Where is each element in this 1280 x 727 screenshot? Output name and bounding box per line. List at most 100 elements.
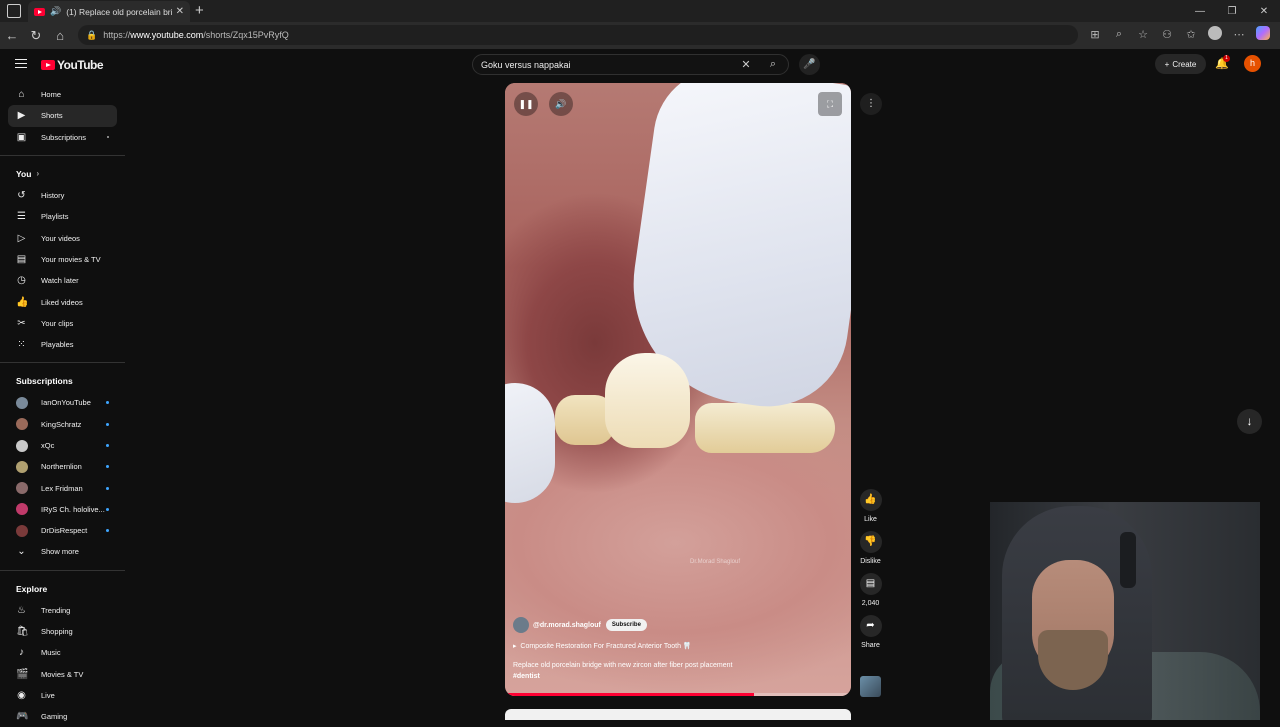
sidebar-divider (0, 154, 125, 156)
sidebar-channel-irys[interactable]: IRyS Ch. hololive... (0, 499, 125, 520)
new-content-dot (106, 422, 109, 426)
profile-icon[interactable] (1206, 26, 1224, 43)
next-short-arrow-icon[interactable]: ↓ (1237, 409, 1262, 434)
new-tab-icon[interactable]: + (195, 2, 204, 19)
clock-icon: ◷ (17, 275, 26, 287)
favorites-icon[interactable]: ✩ (1182, 28, 1200, 41)
live-icon: ◉ (17, 689, 26, 701)
new-content-dot (106, 486, 109, 490)
sidebar-item-movies[interactable]: 🎬 Movies & TV (0, 664, 125, 685)
comments-action[interactable]: ▤ 2,040 (857, 573, 884, 607)
sidebar-item-shorts[interactable]: ▶ Shorts (8, 105, 117, 127)
chevron-down-icon: ⌄ (17, 546, 26, 558)
clear-search-icon[interactable]: ✕ (734, 58, 758, 71)
sidebar-item-home[interactable]: ⌂ Home (0, 84, 125, 105)
sidebar-subscriptions-heading: Subscriptions (16, 376, 73, 387)
thumbs-up-icon[interactable]: 👍 (859, 489, 882, 511)
account-avatar[interactable]: h (1244, 55, 1261, 72)
youtube-favicon-icon (34, 7, 45, 16)
sound-thumbnail[interactable] (860, 676, 881, 697)
url-prefix: https:// (103, 30, 131, 40)
video-content (695, 403, 835, 453)
suggested-video-link[interactable]: ▸ Composite Restoration For Fractured An… (513, 642, 833, 650)
subscribe-button[interactable]: Subscribe (605, 619, 647, 631)
sidebar-show-more[interactable]: ⌄ Show more (0, 541, 125, 562)
video-progress-bar[interactable] (505, 693, 851, 696)
channel-row: @dr.morad.shaglouf Subscribe (513, 617, 833, 633)
sidebar-item-your-clips[interactable]: ✂ Your clips (0, 313, 125, 334)
home-browser-icon[interactable]: ⌂ (48, 28, 72, 43)
reload-icon[interactable]: ↻ (24, 28, 48, 44)
channel-avatar[interactable] (513, 617, 529, 633)
copilot-icon[interactable] (1254, 26, 1272, 43)
app-available-icon[interactable]: ⊞ (1086, 28, 1104, 41)
sidebar-item-liked-videos[interactable]: 👍 Liked videos (0, 291, 125, 312)
sidebar-channel-lex-fridman[interactable]: Lex Fridman (0, 477, 125, 498)
scissors-icon: ✂ (17, 317, 26, 329)
browser-tab-active[interactable]: 🔊 (1) Replace old porcelain bri ✕ (28, 1, 190, 22)
youtube-logo[interactable]: YouTube (41, 58, 104, 72)
sidebar-item-watch-later[interactable]: ◷ Watch later (0, 270, 125, 291)
tab-close-icon[interactable]: ✕ (176, 6, 184, 17)
comment-icon[interactable]: ▤ (859, 573, 882, 595)
extensions-icon[interactable]: ⚇ (1158, 28, 1176, 41)
browser-menu-icon[interactable]: ⋯ (1230, 28, 1248, 41)
create-button[interactable]: + Create (1155, 54, 1206, 74)
like-action[interactable]: 👍 Like (857, 489, 884, 523)
headphones-icon (1120, 532, 1136, 588)
hashtag-link[interactable]: #dentist (513, 671, 833, 682)
search-input[interactable]: Goku versus nappakai (481, 60, 734, 70)
sidebar-item-subscriptions[interactable]: ▣ Subscriptions (0, 127, 125, 148)
new-content-dot (106, 401, 109, 405)
sidebar-item-gaming[interactable]: 🎮 Gaming (0, 706, 125, 727)
thumbs-down-icon[interactable]: 👎 (859, 531, 882, 553)
sidebar-item-movies-tv[interactable]: ▤ Your movies & TV (0, 249, 125, 270)
more-options-icon[interactable]: ⋮ (860, 93, 882, 115)
address-field[interactable]: 🔒 https://www.youtube.com/shorts/Zqx15Pv… (78, 25, 1078, 45)
speaker-icon[interactable]: 🔊 (50, 6, 61, 17)
share-action[interactable]: ➦ Share (857, 615, 884, 649)
sidebar-channel-kingschratz[interactable]: KingSchratz (0, 414, 125, 435)
thumbs-up-icon: 👍 (16, 296, 29, 308)
maximize-icon[interactable]: ❐ (1216, 6, 1248, 17)
sidebar-channel-drdisrespect[interactable]: DrDisRespect (0, 520, 125, 541)
search-box[interactable]: Goku versus nappakai ✕ ⌕ (472, 54, 789, 75)
menu-icon[interactable] (15, 59, 27, 68)
video-content (505, 383, 555, 503)
sidebar-channel-ianonyoutube[interactable]: IanOnYouTube (0, 392, 125, 413)
sidebar-item-playables[interactable]: ⁙ Playables (0, 334, 125, 355)
sidebar-item-history[interactable]: ↺ History (0, 185, 125, 206)
share-icon[interactable]: ➦ (859, 615, 882, 637)
sidebar-you-heading[interactable]: You › (0, 163, 125, 185)
sidebar-item-your-videos[interactable]: ▷ Your videos (0, 227, 125, 248)
short-video-player[interactable]: Dr.Morad Shaglouf ❚❚ 🔊 ⛶ @dr.morad.shagl… (505, 83, 851, 696)
notification-badge: 1 (1223, 55, 1230, 62)
sidebar-item-trending[interactable]: ♨ Trending (0, 600, 125, 621)
new-content-dot (106, 529, 109, 533)
sidebar-channel-xqc[interactable]: xQc (0, 435, 125, 456)
search-icon[interactable]: ⌕ (758, 58, 788, 71)
sidebar-item-shopping[interactable]: 🛍 Shopping (0, 621, 125, 642)
short-description: Replace old porcelain bridge with new zi… (513, 660, 833, 682)
fullscreen-icon[interactable]: ⛶ (818, 92, 842, 116)
back-icon[interactable]: ← (0, 28, 24, 43)
tab-actions-icon[interactable] (7, 4, 21, 18)
url-path: /shorts/Zqx15PvRyfQ (203, 30, 289, 40)
sidebar-channel-northernlion[interactable]: Northernlion (0, 456, 125, 477)
favorite-star-icon[interactable]: ☆ (1134, 28, 1152, 41)
voice-search-icon[interactable]: 🎤 (799, 54, 820, 75)
volume-icon[interactable]: 🔊 (549, 92, 573, 116)
pause-icon[interactable]: ❚❚ (514, 92, 538, 116)
sidebar-item-music[interactable]: ♪ Music (0, 642, 125, 663)
sidebar-item-playlists[interactable]: ☰ Playlists (0, 206, 125, 227)
dislike-action[interactable]: 👎 Dislike (857, 531, 884, 565)
window-close-icon[interactable]: ✕ (1248, 6, 1280, 17)
short-actions: 👍 Like 👎 Dislike ▤ 2,040 ➦ Share (857, 489, 884, 657)
channel-name[interactable]: @dr.morad.shaglouf (533, 622, 601, 629)
lock-icon[interactable]: 🔒 (86, 30, 97, 41)
sidebar-item-live[interactable]: ◉ Live (0, 685, 125, 706)
next-short-preview[interactable] (505, 709, 851, 720)
minimize-icon[interactable]: — (1184, 6, 1216, 17)
new-content-dot (106, 444, 109, 447)
zoom-icon[interactable]: ⌕ (1110, 28, 1128, 41)
